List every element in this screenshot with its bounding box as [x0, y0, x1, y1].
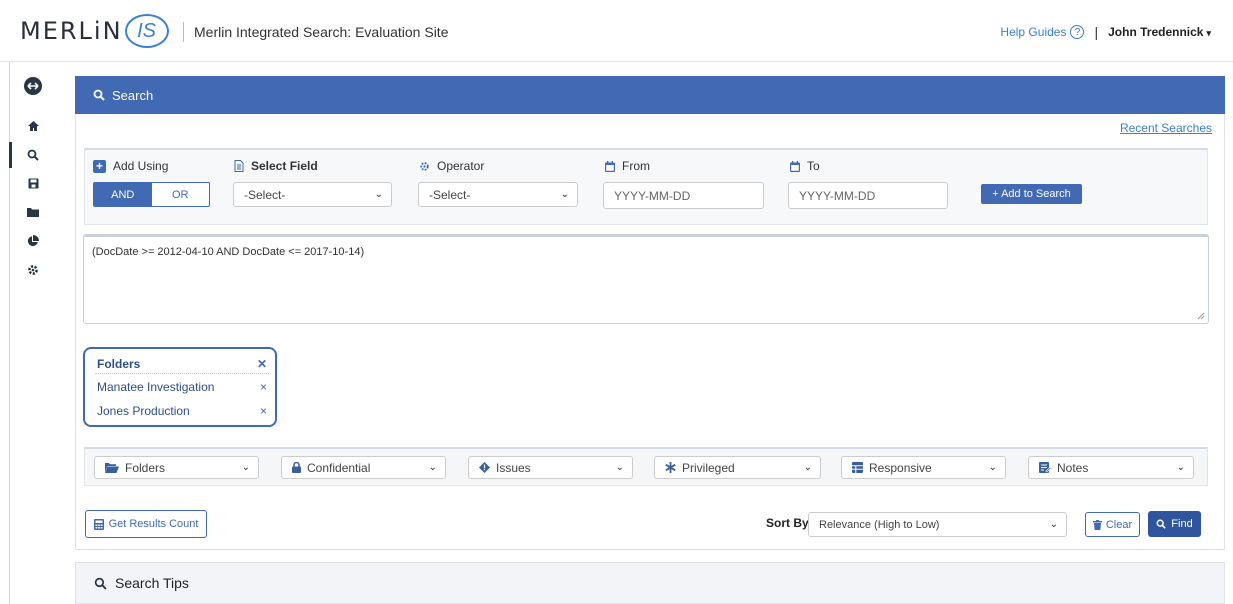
- and-option[interactable]: AND: [94, 183, 152, 206]
- responsive-filter-select[interactable]: Responsive ⌄: [841, 456, 1006, 479]
- chevron-down-icon: ⌄: [241, 462, 250, 473]
- folder-chip-item: Manatee Investigation ×: [97, 380, 267, 394]
- calculator-icon: [93, 518, 104, 530]
- confidential-filter-select[interactable]: Confidential ⌄: [281, 456, 446, 479]
- top-bar: MERLiN IS Merlin Integrated Search: Eval…: [0, 0, 1233, 62]
- calendar-icon: [790, 160, 800, 172]
- menu-separator: |: [1094, 24, 1099, 40]
- operator-select[interactable]: -Select- ⌄: [418, 182, 578, 207]
- save-icon[interactable]: [25, 175, 41, 191]
- diamond-icon: [479, 462, 490, 473]
- chevron-down-icon: ⌄: [1049, 519, 1058, 530]
- clear-button[interactable]: Clear: [1085, 512, 1140, 537]
- help-guides-link[interactable]: Help Guides: [1000, 25, 1066, 39]
- query-textarea[interactable]: (DocDate >= 2012-04-10 AND DocDate <= 20…: [83, 234, 1209, 324]
- notes-filter-select[interactable]: Notes ⌄: [1028, 456, 1194, 479]
- gear-small-icon: [419, 161, 430, 172]
- help-guides-label: Help Guides: [1000, 25, 1067, 39]
- search-tips-title: Search Tips: [115, 575, 189, 591]
- to-date-input[interactable]: YYYY-MM-DD: [788, 182, 948, 209]
- caret-down-icon: ▾: [1206, 28, 1211, 38]
- folder-chip-header: Folders ✕: [97, 357, 267, 371]
- chevron-down-icon: ⌄: [374, 189, 383, 200]
- get-results-count-button[interactable]: Get Results Count: [85, 510, 207, 538]
- document-icon: [234, 160, 244, 172]
- search-icon: [94, 577, 107, 590]
- search-header-icon: [93, 89, 105, 101]
- and-or-toggle[interactable]: AND OR: [93, 182, 210, 207]
- search-icon: [1156, 519, 1167, 529]
- gear-icon[interactable]: [25, 262, 41, 278]
- logo-badge: IS: [124, 14, 169, 48]
- help-icon[interactable]: ?: [1070, 25, 1085, 39]
- plus-icon: +: [93, 159, 106, 173]
- asterisk-icon: [665, 462, 676, 473]
- chevron-down-icon: ⌄: [1176, 462, 1185, 473]
- search-icon[interactable]: [25, 147, 41, 163]
- user-menu[interactable]: John Tredennick ▾: [1108, 25, 1211, 39]
- calendar-icon: [605, 160, 615, 172]
- chevron-down-icon: ⌄: [560, 189, 569, 200]
- from-date-input[interactable]: YYYY-MM-DD: [603, 182, 764, 209]
- folder-open-icon: [105, 462, 119, 473]
- select-field-label: Select Field: [234, 159, 318, 173]
- search-panel-title: Search: [112, 87, 154, 103]
- folder-icon[interactable]: [25, 204, 41, 220]
- remove-icon[interactable]: ×: [260, 404, 267, 418]
- search-panel-header: Search: [75, 76, 1225, 114]
- issues-filter-select[interactable]: Issues ⌄: [468, 456, 633, 479]
- query-text: (DocDate >= 2012-04-10 AND DocDate <= 20…: [92, 246, 365, 258]
- active-nav-indicator: [9, 142, 12, 168]
- chevron-down-icon: ⌄: [988, 462, 997, 473]
- chevron-down-icon: ⌄: [803, 462, 812, 473]
- notes-icon: [1039, 462, 1051, 473]
- folder-chip-title: Folders: [97, 357, 141, 371]
- recent-searches-link[interactable]: Recent Searches: [1120, 121, 1212, 135]
- merlin-logo[interactable]: MERLiN IS: [20, 11, 169, 51]
- add-using-label: + Add Using: [93, 159, 168, 173]
- folders-filter-select[interactable]: Folders ⌄: [94, 456, 259, 479]
- add-to-search-button[interactable]: + Add to Search: [981, 184, 1082, 204]
- table-icon: [852, 462, 863, 473]
- lock-icon: [292, 462, 301, 473]
- trash-icon: [1092, 519, 1102, 530]
- operator-label: Operator: [419, 159, 484, 173]
- find-button[interactable]: Find: [1148, 511, 1201, 537]
- resize-handle-icon[interactable]: [1197, 312, 1205, 320]
- remove-icon[interactable]: ×: [260, 380, 267, 394]
- chevron-down-icon: ⌄: [615, 462, 624, 473]
- collapse-icon[interactable]: [24, 77, 42, 95]
- chip-divider: [95, 373, 269, 374]
- search-tips-panel[interactable]: Search Tips: [75, 562, 1225, 604]
- top-right-menu: Help Guides ? | John Tredennick ▾: [1000, 22, 1211, 42]
- close-icon[interactable]: ✕: [257, 357, 267, 371]
- user-name: John Tredennick: [1108, 25, 1204, 39]
- logo-text: MERLiN: [20, 17, 123, 45]
- chart-icon[interactable]: [25, 233, 41, 249]
- sort-by-label: Sort By: [766, 516, 809, 530]
- app-title: Merlin Integrated Search: Evaluation Sit…: [183, 22, 448, 42]
- sort-select[interactable]: Relevance (High to Low) ⌄: [808, 512, 1067, 537]
- privileged-filter-select[interactable]: Privileged ⌄: [654, 456, 821, 479]
- chevron-down-icon: ⌄: [428, 462, 437, 473]
- from-label: From: [605, 159, 650, 173]
- to-label: To: [790, 159, 820, 173]
- home-icon[interactable]: [25, 118, 41, 134]
- folder-chip-item: Jones Production ×: [97, 404, 267, 418]
- folder-filter-chip: Folders ✕ Manatee Investigation × Jones …: [83, 347, 277, 427]
- field-select[interactable]: -Select- ⌄: [233, 182, 392, 207]
- or-option[interactable]: OR: [152, 183, 210, 206]
